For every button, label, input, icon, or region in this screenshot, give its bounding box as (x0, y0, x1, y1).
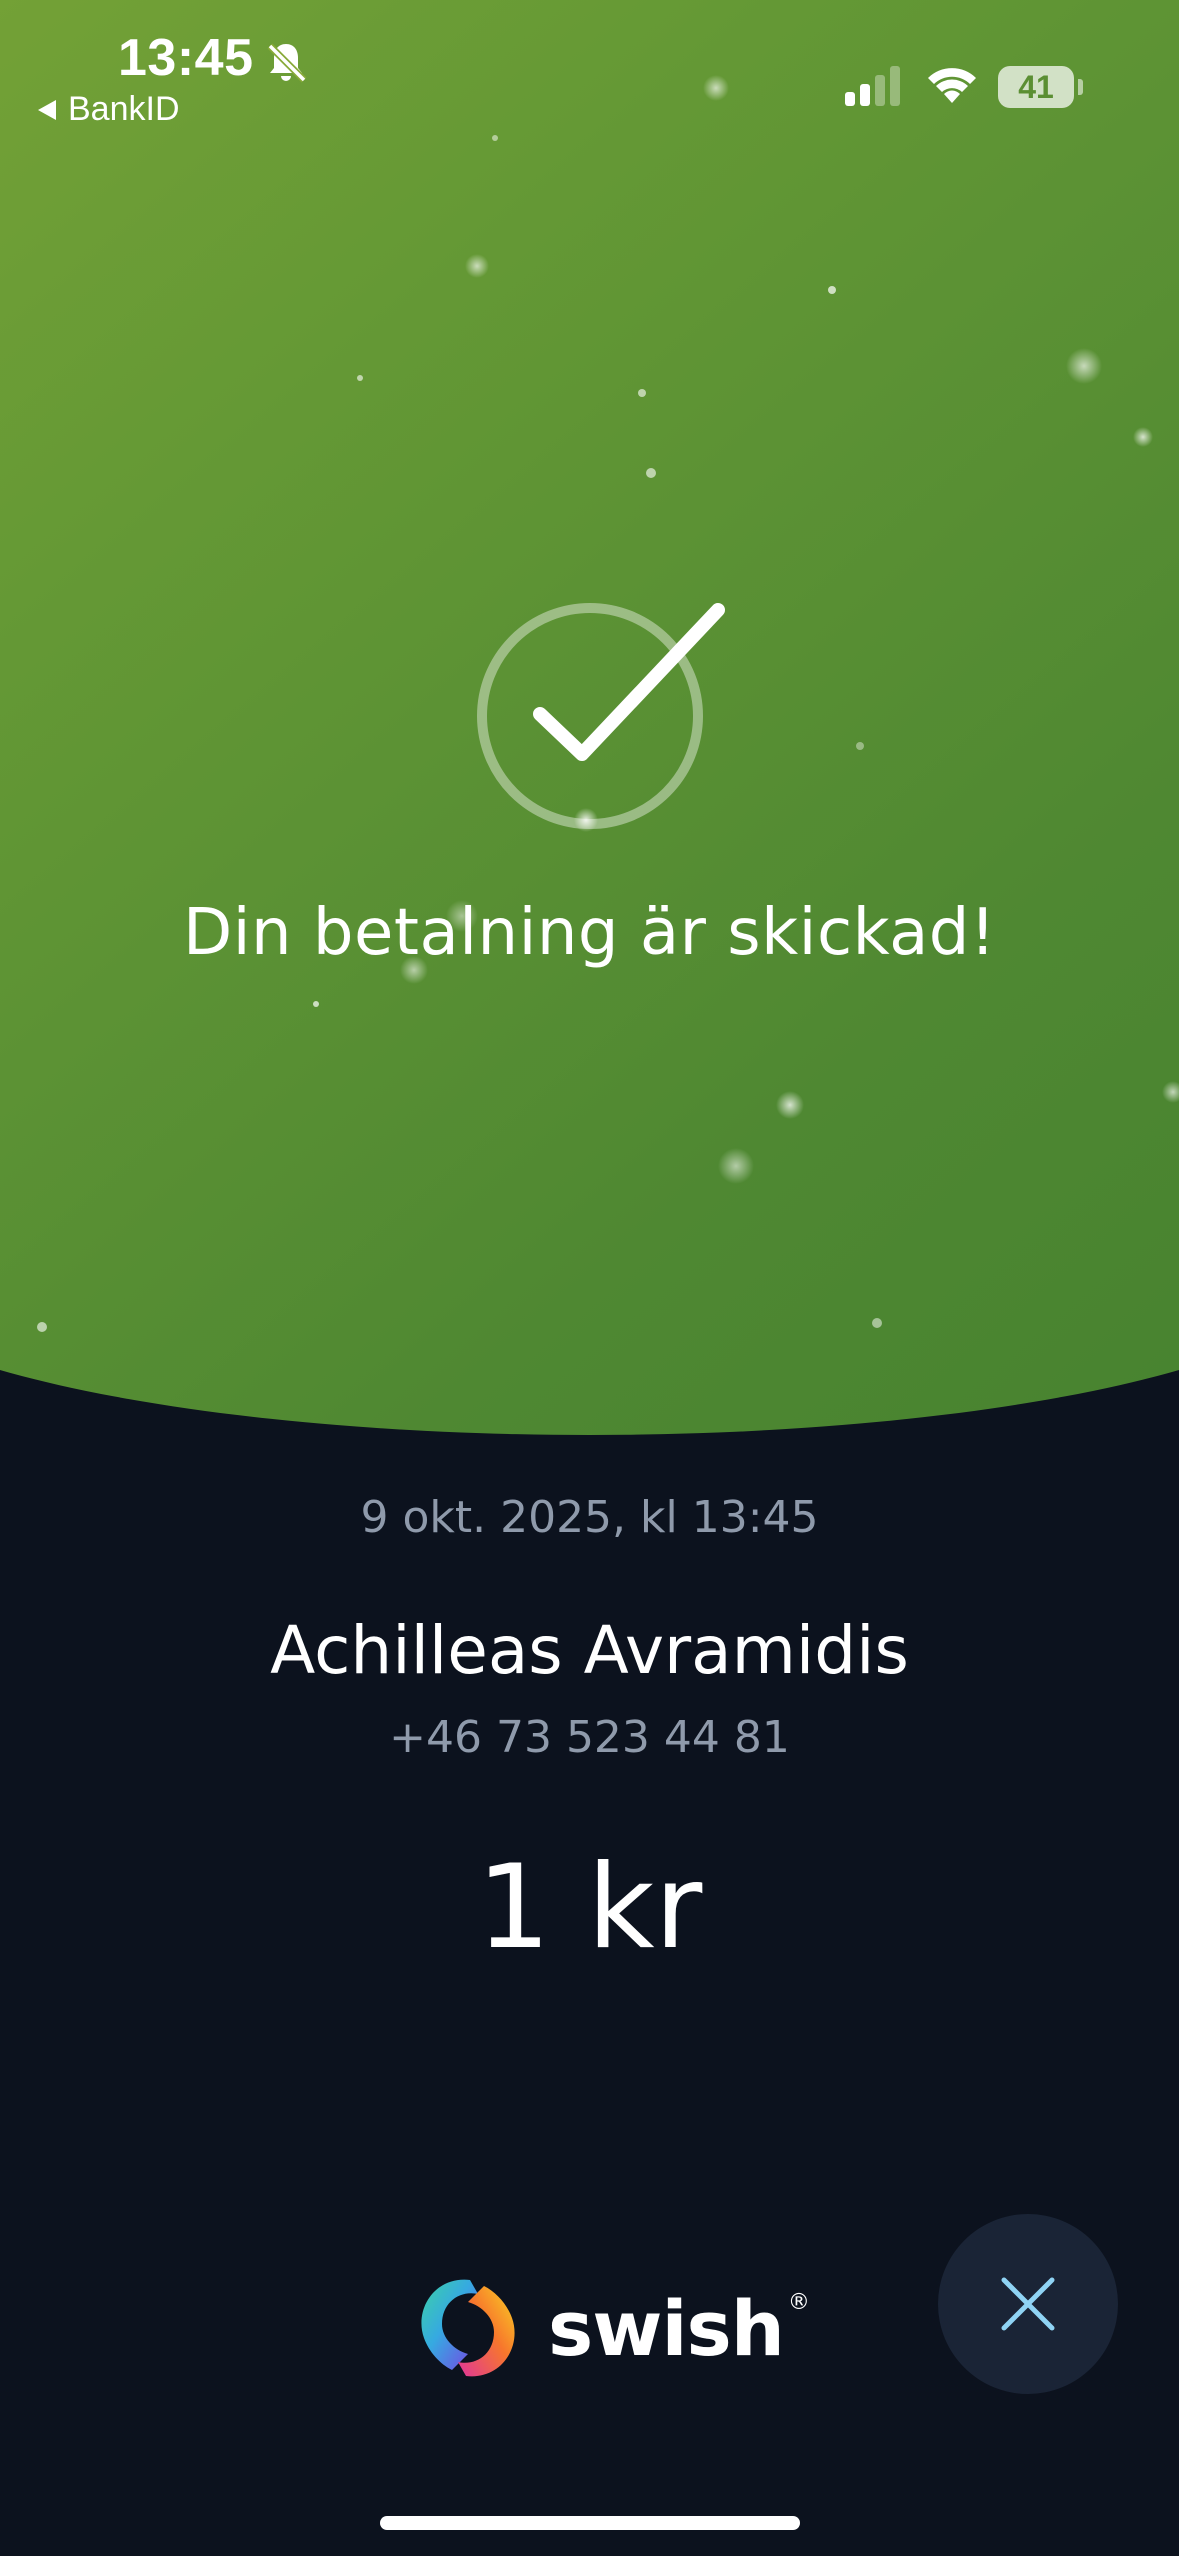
status-bar: 13:45 BankID 41 (0, 0, 1179, 140)
status-time: 13:45 (118, 29, 254, 87)
swish-logo: swish ® (412, 2272, 810, 2384)
wifi-icon (925, 64, 979, 110)
battery-cap (1078, 79, 1083, 95)
battery-icon: 41 (998, 66, 1074, 108)
cellular-signal-icon (845, 66, 905, 112)
close-button[interactable] (938, 2214, 1118, 2394)
battery-level: 41 (1018, 69, 1054, 105)
recipient-phone: +46 73 523 44 81 (389, 1712, 790, 1763)
success-title: Din betalning är skickad! (182, 896, 997, 970)
recipient-name: Achilleas Avramidis (270, 1612, 909, 1689)
close-icon (1001, 2277, 1055, 2331)
swish-wordmark: swish (548, 2283, 785, 2373)
back-triangle-icon (38, 99, 56, 120)
back-to-bankid-link[interactable]: BankID (36, 90, 180, 129)
back-link-label: BankID (68, 90, 180, 128)
swish-logo-icon (421, 2279, 515, 2377)
checkmark-circle-icon (477, 603, 725, 829)
payment-confirmation-screen: 13:45 BankID 41 Din betalning är skickad… (0, 0, 1179, 2556)
home-indicator[interactable] (380, 2516, 800, 2530)
registered-mark: ® (787, 2290, 810, 2315)
bell-slash-icon (264, 40, 308, 88)
payment-amount: 1 kr (476, 1840, 703, 1975)
payment-datetime: 9 okt. 2025, kl 13:45 (360, 1492, 819, 1543)
